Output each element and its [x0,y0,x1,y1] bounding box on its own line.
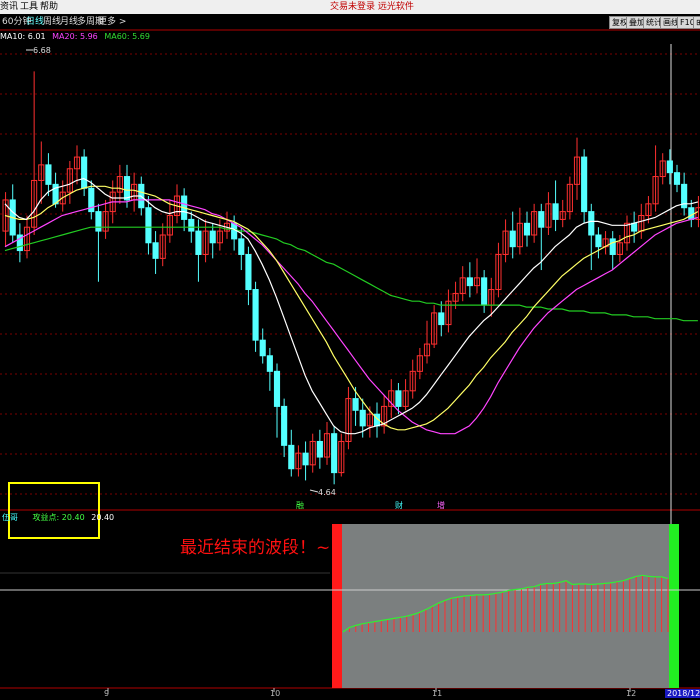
indicator-series-name: 攻益点: 20.40 [32,513,85,522]
x-tick-dec: 12 [626,689,637,698]
ma60-line [4,226,698,322]
candle-down [231,222,238,240]
indicator-legend-box [8,482,100,539]
candle-down [552,203,559,220]
event-mark-financing[interactable]: 融 [296,500,304,511]
candle-down [273,370,281,407]
candle-down [259,339,266,357]
candle-down [316,440,323,458]
candle-down [288,444,295,470]
x-tick-sep: 9 [104,689,110,698]
indicator-name[interactable]: 伍哥 [2,513,18,522]
candle-down [209,230,216,244]
candle-down [266,355,273,372]
wave-band [332,524,679,688]
candle-down [581,156,588,213]
candle-down [45,164,52,185]
candle-down [152,242,159,259]
candle-down [281,405,288,446]
event-mark-finance[interactable]: 财 [395,500,403,511]
candle-down [238,238,245,255]
candle-down [331,433,338,474]
candle-down [481,277,488,306]
candle-down [438,312,445,326]
candle-down [631,222,638,232]
x-tick-current-date: 2018/12/ [665,689,700,698]
high-price-label: 6.68 [33,46,51,55]
indicator-legend: 伍哥 攻益点: 20.40 20.40 [2,512,114,523]
wave-start-bar [332,524,342,688]
candle-down [245,253,252,291]
candle-down [123,176,131,201]
candle-down [195,230,202,255]
candle-down [538,211,545,228]
low-price-label: 4.64 [318,488,336,497]
candle-down [302,452,309,466]
candle-down [595,234,602,248]
candle-down [145,207,152,244]
low-price-pointer [309,489,319,493]
x-tick-oct: 10 [270,689,281,698]
wave-end-bar [669,524,679,688]
candle-down [509,230,516,248]
candle-down [81,156,88,189]
candle-down [352,398,359,411]
candle-down [523,222,531,236]
stock-chart[interactable] [0,0,700,700]
candle-down [188,218,195,232]
indicator-value: 20.40 [91,513,115,522]
candle-down [588,211,595,236]
candle-down [95,211,102,232]
candle-down [666,160,673,174]
candle-down [466,277,473,287]
candle-down [673,172,681,185]
annotation-text: 最近结束的波段！~ [180,538,331,558]
candle-down [252,289,259,341]
event-mark-increase[interactable]: 增 [437,500,445,511]
candle-down [609,238,616,255]
x-tick-nov: 11 [432,689,443,698]
candle-down [359,409,366,427]
candle-down [395,390,402,407]
